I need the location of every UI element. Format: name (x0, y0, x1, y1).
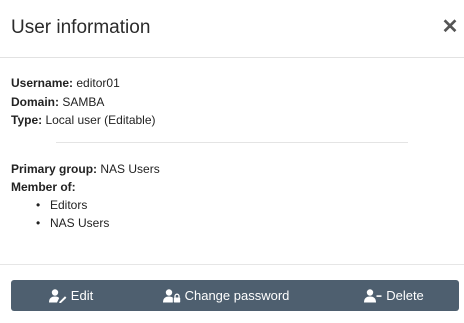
footer-divider (0, 264, 464, 265)
list-item: NAS Users (36, 216, 109, 234)
close-icon[interactable]: ✕ (441, 17, 459, 37)
domain-row: Domain: SAMBA (11, 95, 104, 109)
user-edit-icon (48, 288, 67, 303)
user-information-dialog: User information ✕ Username: editor01 Do… (0, 0, 464, 323)
domain-value: SAMBA (62, 95, 105, 109)
username-label: Username: (11, 76, 77, 90)
user-lock-icon (162, 288, 181, 303)
list-item: Editors (36, 198, 109, 216)
primary-group-label: Primary group: (11, 162, 101, 176)
change-password-button[interactable]: Change password (151, 280, 301, 311)
username-value: editor01 (76, 76, 120, 90)
type-label: Type: (11, 113, 46, 127)
domain-label: Domain: (11, 95, 63, 109)
delete-button[interactable]: Delete (349, 280, 439, 311)
type-value: Local user (Editable) (45, 113, 156, 127)
member-of-label: Member of: (11, 180, 76, 194)
edit-label: Edit (70, 288, 94, 303)
delete-label: Delete (386, 288, 424, 303)
user-minus-icon (364, 288, 382, 303)
dialog-title: User information (11, 17, 151, 38)
member-group-list: Editors NAS Users (36, 198, 109, 234)
primary-group-row: Primary group: NAS Users (11, 162, 160, 176)
username-row: Username: editor01 (11, 76, 120, 90)
change-password-label: Change password (184, 288, 290, 303)
action-bar: Edit Change password Delete (11, 280, 459, 311)
primary-group-value: NAS Users (100, 162, 160, 176)
type-row: Type: Local user (Editable) (11, 113, 156, 127)
section-divider (56, 142, 408, 143)
member-of-row: Member of: (11, 180, 76, 194)
dialog-header: User information ✕ (0, 0, 464, 58)
edit-button[interactable]: Edit (31, 280, 111, 311)
